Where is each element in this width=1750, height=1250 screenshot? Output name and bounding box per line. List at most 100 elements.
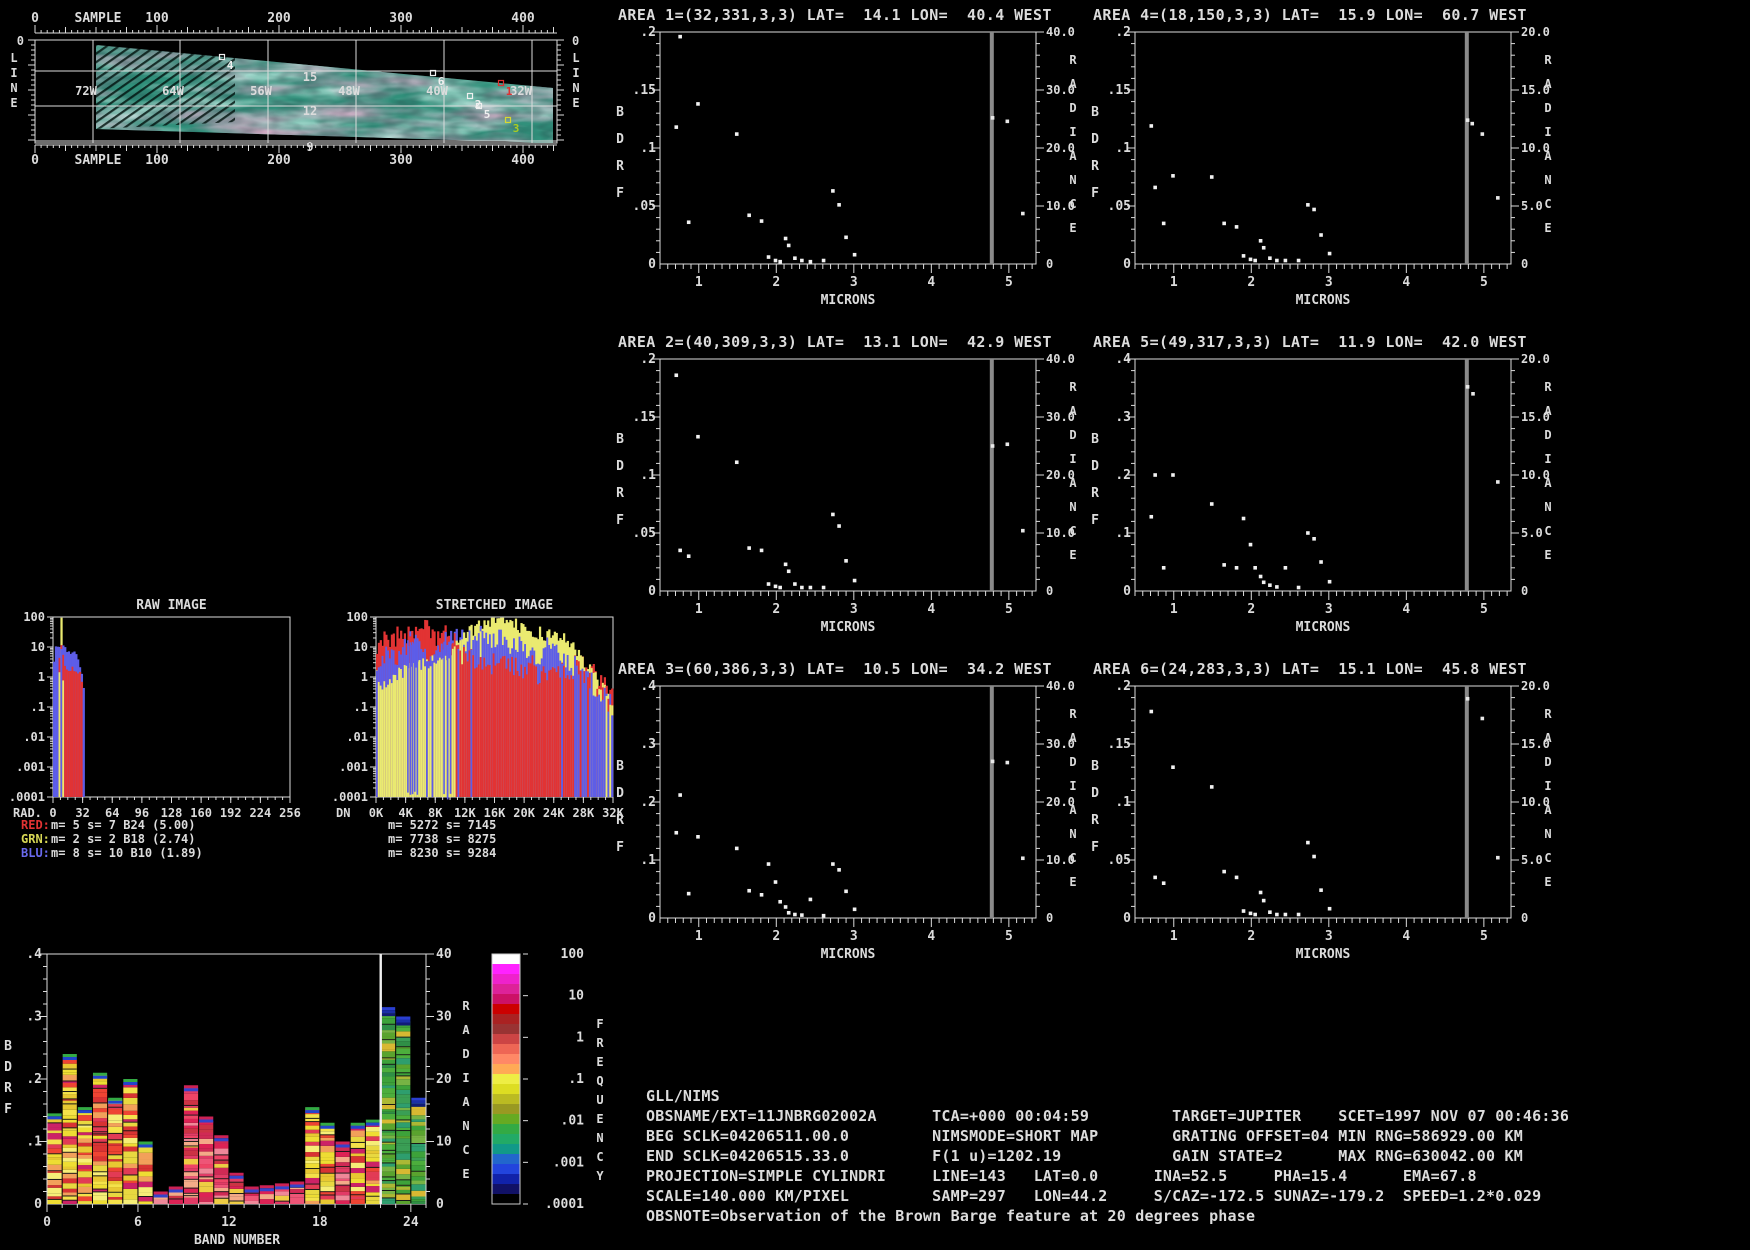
svg-text:I: I xyxy=(1069,779,1076,793)
svg-text:R: R xyxy=(1544,53,1552,67)
svg-text:.001: .001 xyxy=(16,760,45,774)
svg-text:R: R xyxy=(596,1036,604,1050)
svg-text:1: 1 xyxy=(1170,275,1178,290)
svg-text:.15: .15 xyxy=(1108,83,1131,98)
svg-text:RED:: RED: xyxy=(21,818,50,832)
svg-text:A: A xyxy=(1069,476,1077,490)
svg-text:0: 0 xyxy=(648,257,656,272)
svg-text:.05: .05 xyxy=(1108,853,1131,868)
area-6-spectrum-panel: AREA 6=(24,283,3,3) LAT= 15.1 LON= 45.8 … xyxy=(1081,660,1561,986)
svg-text:E: E xyxy=(596,1112,603,1126)
svg-text:1: 1 xyxy=(38,670,45,684)
histogram-bins xyxy=(376,617,614,800)
svg-text:R: R xyxy=(462,999,470,1013)
svg-text:224: 224 xyxy=(250,806,272,820)
svg-text:Q: Q xyxy=(596,1074,603,1088)
detector-boundary-line xyxy=(989,32,994,264)
svg-text:DN: DN xyxy=(336,806,350,820)
meta-obsnote: OBSNOTE=Observation of the Brown Barge f… xyxy=(646,1207,1256,1225)
svg-text:1: 1 xyxy=(695,929,703,944)
svg-text:4: 4 xyxy=(927,929,935,944)
svg-text:A: A xyxy=(1544,476,1552,490)
svg-text:m= 8230 s= 9284: m= 8230 s= 9284 xyxy=(388,846,496,860)
svg-text:10: 10 xyxy=(31,640,45,654)
svg-text:.1: .1 xyxy=(640,141,656,156)
svg-text:E: E xyxy=(462,1167,469,1181)
frequency-color-scale xyxy=(491,953,521,1205)
svg-text:2: 2 xyxy=(1247,602,1255,617)
svg-text:C: C xyxy=(1544,851,1551,865)
svg-text:E: E xyxy=(1544,548,1551,562)
svg-text:I: I xyxy=(1544,779,1551,793)
svg-text:100: 100 xyxy=(145,153,169,168)
svg-text:D: D xyxy=(462,1047,469,1061)
svg-text:0: 0 xyxy=(1046,911,1053,925)
svg-text:R: R xyxy=(1069,380,1077,394)
svg-text:0: 0 xyxy=(1521,257,1528,271)
svg-text:A: A xyxy=(1544,77,1552,91)
svg-text:B: B xyxy=(616,105,624,120)
detector-boundary-line xyxy=(989,359,994,591)
bdrf-data-points xyxy=(1149,124,1332,263)
svg-text:R: R xyxy=(1091,159,1099,174)
svg-text:0: 0 xyxy=(43,1215,51,1230)
svg-text:.1: .1 xyxy=(31,700,45,714)
svg-text:E: E xyxy=(1069,548,1076,562)
svg-text:D: D xyxy=(616,459,624,474)
svg-text:.05: .05 xyxy=(633,526,656,541)
svg-text:E: E xyxy=(596,1055,603,1069)
svg-text:40.0: 40.0 xyxy=(1046,25,1075,39)
svg-text:E: E xyxy=(1544,221,1551,235)
svg-text:.3: .3 xyxy=(26,1010,42,1025)
svg-text:18: 18 xyxy=(312,1215,328,1230)
svg-text:32W: 32W xyxy=(510,84,532,98)
raw-image-histogram-panel: RAW IMAGE100101.1.01.001.00010 32 64 96 128 1… xyxy=(9,598,301,860)
svg-text:MICRONS: MICRONS xyxy=(1296,947,1351,962)
band-spectrum-panel: .1.2.3.40BDRF102030400RADIANCE0 6 12 18 24BA… xyxy=(4,947,604,1248)
svg-text:.4: .4 xyxy=(26,947,42,962)
svg-text:D: D xyxy=(1069,428,1076,442)
svg-text:5: 5 xyxy=(1480,275,1488,290)
svg-text:.1: .1 xyxy=(1115,526,1131,541)
area-4-title: AREA 4=(18,150,3,3) LAT= 15.9 LON= 60.7 … xyxy=(1093,6,1527,24)
svg-text:12: 12 xyxy=(303,104,317,118)
svg-text:5: 5 xyxy=(484,108,491,121)
svg-text:20: 20 xyxy=(436,1072,452,1087)
svg-text:D: D xyxy=(1091,132,1099,147)
svg-text:I: I xyxy=(1069,125,1076,139)
bdrf-data-points xyxy=(674,34,857,264)
area-1-plot: .05.1.15.20BDRF10.020.030.040.00RADIANCE… xyxy=(616,25,1077,308)
svg-text:E: E xyxy=(1544,875,1551,889)
radiance-data-points xyxy=(990,116,1025,216)
svg-text:C: C xyxy=(1069,524,1076,538)
svg-text:.15: .15 xyxy=(633,83,656,98)
svg-text:10: 10 xyxy=(436,1135,452,1150)
svg-text:D: D xyxy=(1544,101,1551,115)
svg-text:192: 192 xyxy=(220,806,242,820)
svg-text:.001: .001 xyxy=(553,1155,584,1170)
svg-text:10: 10 xyxy=(568,989,584,1004)
svg-text:MICRONS: MICRONS xyxy=(821,293,876,308)
detector-boundary-line xyxy=(1464,359,1469,591)
svg-text:3: 3 xyxy=(850,275,858,290)
svg-text:E: E xyxy=(10,96,17,110)
svg-text:4: 4 xyxy=(1402,602,1410,617)
svg-text:A: A xyxy=(462,1095,470,1109)
svg-text:5: 5 xyxy=(1005,602,1013,617)
svg-text:100: 100 xyxy=(23,610,45,624)
svg-text:R: R xyxy=(616,159,624,174)
svg-text:2: 2 xyxy=(772,602,780,617)
svg-text:A: A xyxy=(1069,803,1077,817)
svg-text:15: 15 xyxy=(303,70,317,84)
svg-text:A: A xyxy=(1069,731,1077,745)
svg-text:.1: .1 xyxy=(26,1135,42,1150)
svg-text:100: 100 xyxy=(561,947,585,962)
radiance-data-points xyxy=(1465,696,1500,860)
svg-text:1: 1 xyxy=(695,602,703,617)
svg-text:m= 5 s= 7 B24 (5.00): m= 5 s= 7 B24 (5.00) xyxy=(51,818,196,832)
svg-text:.0001: .0001 xyxy=(545,1197,584,1212)
svg-text:N: N xyxy=(1069,173,1076,187)
svg-text:12: 12 xyxy=(221,1215,237,1230)
svg-text:24K: 24K xyxy=(543,806,565,820)
svg-text:N: N xyxy=(1544,173,1551,187)
